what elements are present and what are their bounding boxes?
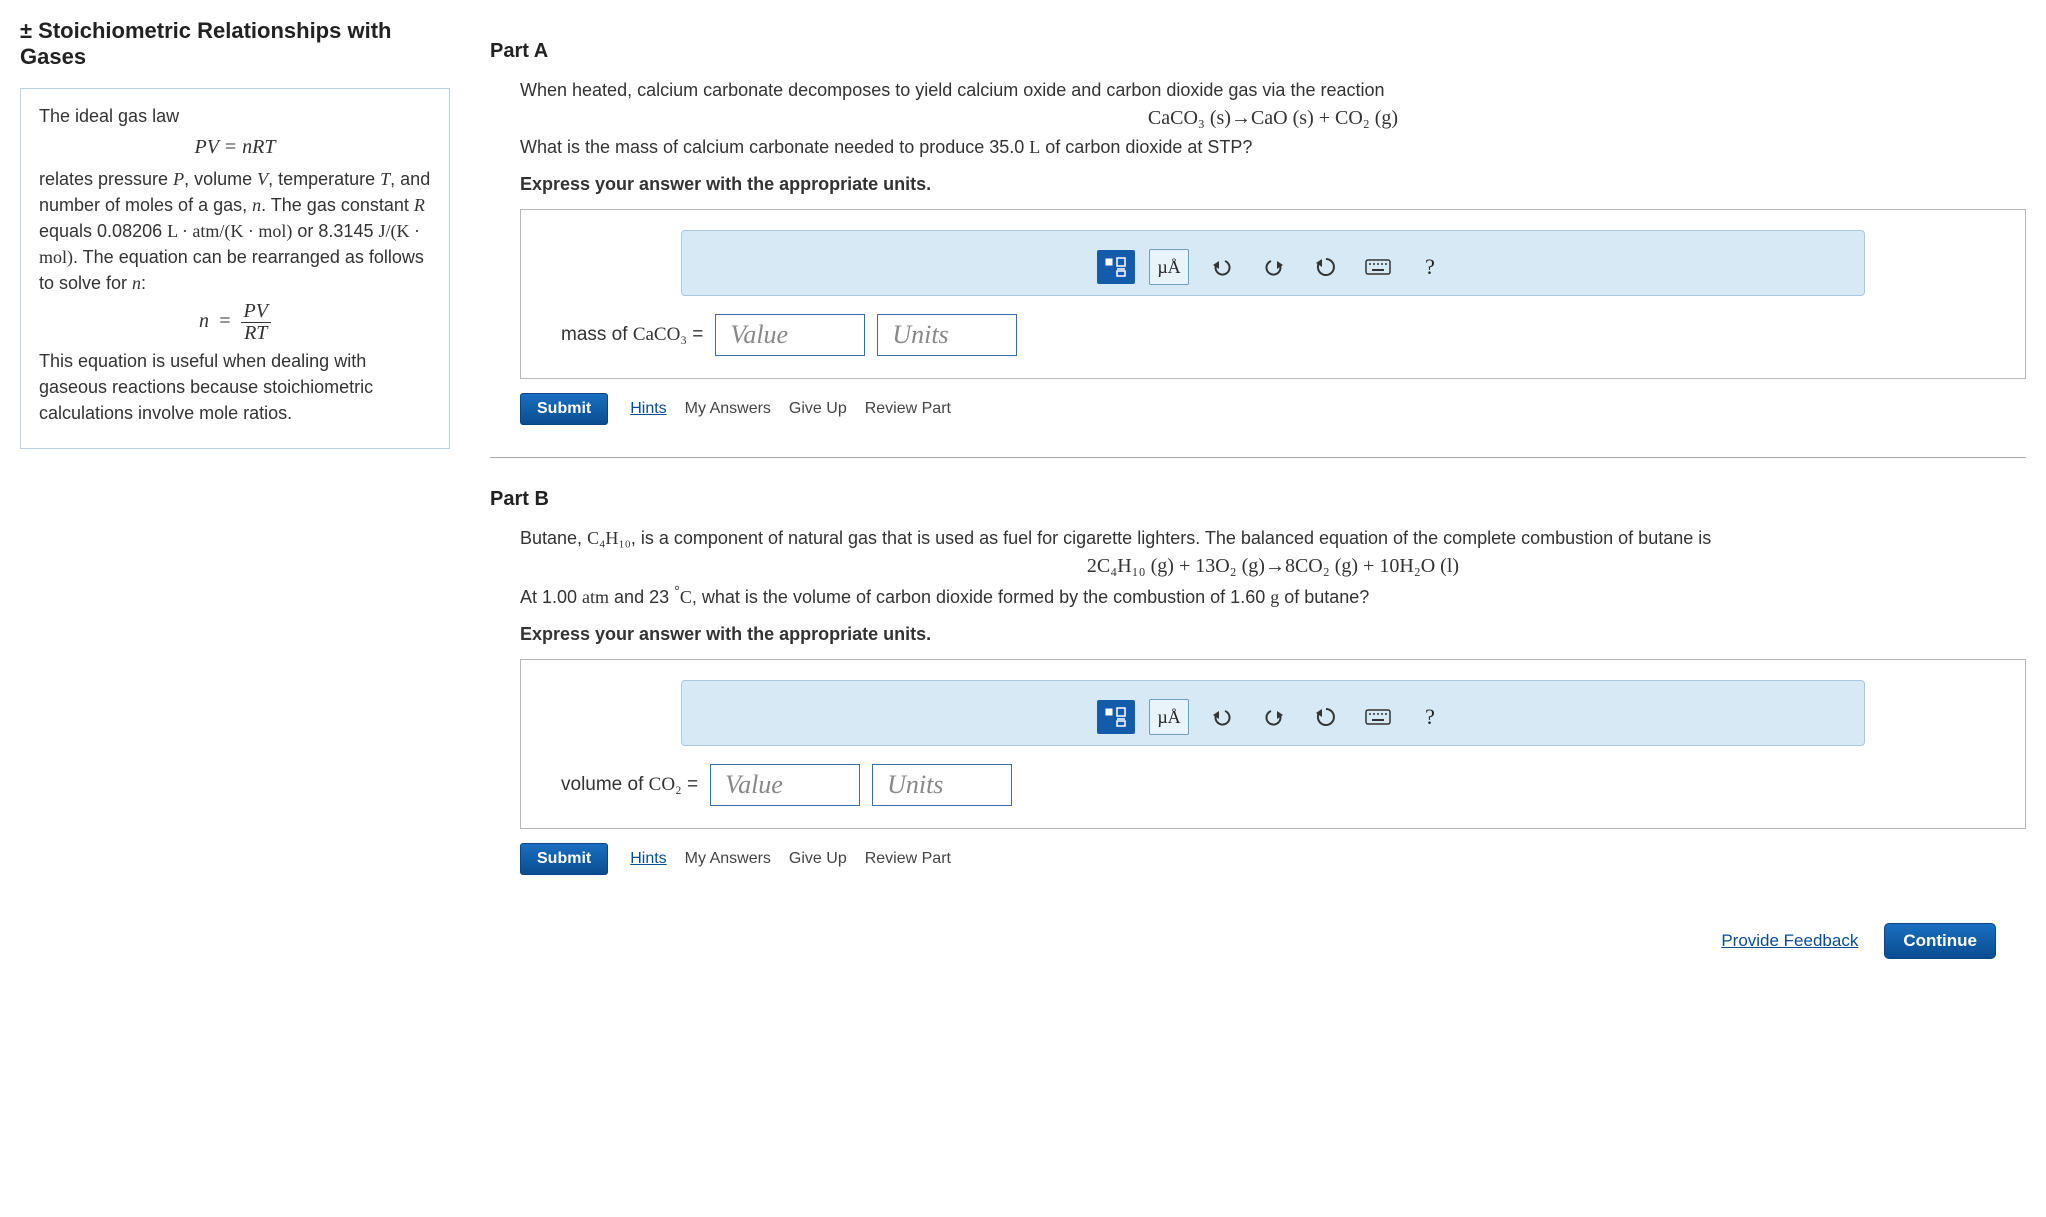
t: relates pressure	[39, 169, 173, 189]
undo-icon[interactable]	[1203, 700, 1241, 734]
t: . The equation can be rearranged as foll…	[39, 247, 424, 293]
my-answers-link[interactable]: My Answers	[685, 400, 771, 418]
provide-feedback-link[interactable]: Provide Feedback	[1721, 931, 1858, 951]
info-line1: The ideal gas law	[39, 103, 431, 129]
sym-P: P	[173, 169, 184, 189]
my-answers-link[interactable]: My Answers	[685, 850, 771, 868]
reset-icon[interactable]	[1307, 250, 1345, 284]
t: or 8.3145	[292, 221, 378, 241]
part-b-links: Hints My Answers Give Up Review Part	[630, 850, 951, 868]
keyboard-icon[interactable]	[1359, 250, 1397, 284]
undo-icon[interactable]	[1203, 250, 1241, 284]
reset-icon[interactable]	[1307, 700, 1345, 734]
eq1-op: =	[224, 136, 238, 158]
separator	[490, 457, 2026, 458]
units-icon[interactable]: µÅ	[1149, 249, 1189, 285]
part-a-links: Hints My Answers Give Up Review Part	[630, 400, 951, 418]
t: Butane,	[520, 528, 587, 548]
eq1-lhs: PV	[195, 136, 219, 158]
unit-L: L	[1029, 137, 1040, 157]
part-b-instruction: Express your answer with the appropriate…	[520, 624, 2026, 645]
t: equals 0.08206	[39, 221, 167, 241]
sym-n2: n	[132, 273, 141, 293]
template-icon[interactable]	[1097, 250, 1135, 284]
eq2-num: PV	[241, 301, 271, 323]
part-a-submit-button[interactable]: Submit	[520, 393, 608, 425]
info-body: relates pressure P, volume V, temperatur…	[39, 166, 431, 296]
part-a-units-input[interactable]: Units	[877, 314, 1017, 356]
give-up-link[interactable]: Give Up	[789, 850, 847, 868]
info-line3: This equation is useful when dealing wit…	[39, 348, 431, 426]
part-a-prompt-2: What is the mass of calcium carbonate ne…	[520, 134, 2026, 160]
info-panel: The ideal gas law PV = nRT relates press…	[20, 88, 450, 449]
t: . The gas constant	[261, 195, 414, 215]
part-b-units-input[interactable]: Units	[872, 764, 1012, 806]
sym-n: n	[252, 195, 261, 215]
continue-button[interactable]: Continue	[1884, 923, 1996, 959]
part-a-answer-panel: µÅ ? mass	[520, 209, 2026, 379]
t: =	[687, 324, 703, 345]
part-a-value-input[interactable]: Value	[715, 314, 865, 356]
unit-C: C	[680, 587, 692, 607]
part-a-title: Part A	[490, 40, 2026, 63]
toolbar-a: µÅ ?	[681, 230, 1865, 296]
eq1-rhs: nRT	[242, 136, 275, 158]
unit-g: g	[1270, 587, 1279, 607]
topic-title: ± Stoichiometric Relationships with Gase…	[20, 18, 450, 70]
unit-atm: atm	[582, 587, 609, 607]
part-a-lhs: mass of CaCO₃ =	[561, 324, 703, 346]
hints-link[interactable]: Hints	[630, 850, 666, 868]
give-up-link[interactable]: Give Up	[789, 400, 847, 418]
t: mass of	[561, 324, 633, 345]
chem-caco3: CaCO₃	[633, 324, 687, 345]
units-a: L · atm/(K · mol)	[167, 221, 292, 241]
t: of butane?	[1279, 587, 1369, 607]
part-b-title: Part B	[490, 488, 2026, 511]
review-part-link[interactable]: Review Part	[865, 850, 951, 868]
t: , what is the volume of carbon dioxide f…	[692, 587, 1270, 607]
t: What is the mass of calcium carbonate ne…	[520, 137, 1029, 157]
part-b-prompt-1: Butane, C₄H₁₀, is a component of natural…	[520, 525, 2026, 551]
t: At 1.00	[520, 587, 582, 607]
part-b-lhs: volume of CO₂ =	[561, 774, 698, 796]
help-icon[interactable]: ?	[1411, 700, 1449, 734]
template-icon[interactable]	[1097, 700, 1135, 734]
t: , volume	[184, 169, 257, 189]
eq-ideal-gas: PV = nRT	[39, 133, 431, 162]
sym-V: V	[257, 169, 268, 189]
eq-n-solve: n = PV RT	[39, 301, 431, 344]
t: and 23	[609, 587, 674, 607]
t: =	[682, 774, 698, 795]
t: , temperature	[268, 169, 380, 189]
sym-R: R	[414, 195, 425, 215]
t: :	[141, 273, 146, 293]
sym-T: T	[380, 169, 390, 189]
chem-c4h10: C₄H₁₀	[587, 528, 631, 548]
part-b-answer-panel: µÅ ? volu	[520, 659, 2026, 829]
part-b-value-input[interactable]: Value	[710, 764, 860, 806]
part-b-equation: 2C₄H₁₀ (g) + 13O₂ (g)→8CO₂ (g) + 10H₂O (…	[520, 555, 2026, 578]
redo-icon[interactable]	[1255, 250, 1293, 284]
t: , is a component of natural gas that is …	[631, 528, 1711, 548]
units-icon[interactable]: µÅ	[1149, 699, 1189, 735]
part-b-prompt-2: At 1.00 atm and 23 °C, what is the volum…	[520, 582, 2026, 610]
t: volume of	[561, 774, 649, 795]
redo-icon[interactable]	[1255, 700, 1293, 734]
t: of carbon dioxide at STP?	[1040, 137, 1252, 157]
review-part-link[interactable]: Review Part	[865, 400, 951, 418]
part-b-submit-button[interactable]: Submit	[520, 843, 608, 875]
keyboard-icon[interactable]	[1359, 700, 1397, 734]
help-icon[interactable]: ?	[1411, 250, 1449, 284]
eq2-op: =	[214, 310, 236, 332]
eq2-lhs: n	[199, 310, 209, 332]
part-a-prompt-1: When heated, calcium carbonate decompose…	[520, 77, 2026, 103]
toolbar-b: µÅ ?	[681, 680, 1865, 746]
part-a-instruction: Express your answer with the appropriate…	[520, 174, 2026, 195]
part-a-equation: CaCO₃ (s)→CaO (s) + CO₂ (g)	[520, 107, 2026, 130]
chem-co2: CO₂	[649, 774, 682, 795]
hints-link[interactable]: Hints	[630, 400, 666, 418]
eq2-den: RT	[241, 323, 271, 344]
